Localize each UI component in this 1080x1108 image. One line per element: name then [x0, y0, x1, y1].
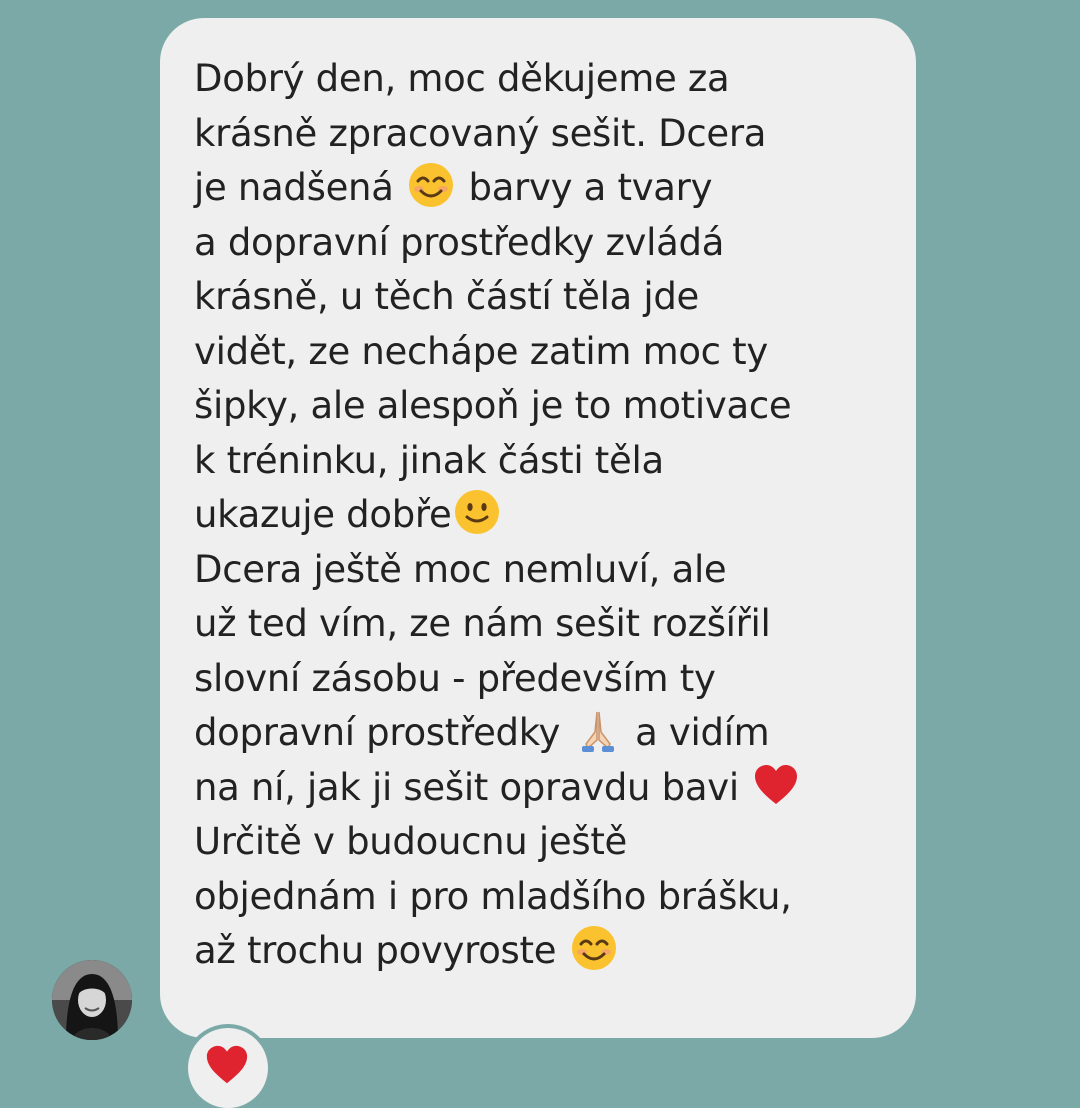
- message-line: šipky, ale alespoň je to motivace: [194, 384, 792, 427]
- message-line: Dcera ještě moc nemluví, ale: [194, 547, 727, 591]
- smiling-face-icon: [407, 161, 455, 209]
- message-line: krásně zpracovaný sešit. Dcera: [194, 111, 767, 155]
- message-line: krásně, u těch částí těla jde: [194, 275, 700, 318]
- message-line: na ní, jak ji sešit opravdu bavi: [194, 761, 894, 816]
- message-line: slovní zásobu - především ty: [194, 656, 716, 700]
- folded-hands-icon: [574, 706, 622, 754]
- line-text: je nadšená: [194, 166, 394, 209]
- message-line: Určitě v budoucnu ještě: [194, 820, 627, 863]
- red-heart-icon: [206, 1045, 248, 1084]
- message-text: Dobrý den, moc děkujeme za krásně zpraco…: [194, 52, 894, 979]
- line-text: barvy a tvary: [468, 166, 713, 209]
- message-line: vidět, ze nechápe zatim moc ty: [194, 329, 768, 373]
- message-line: Dobrý den, moc děkujeme za: [194, 57, 730, 100]
- line-text: ukazuje dobře: [194, 493, 452, 536]
- message-line: je nadšená barvy a tvary: [194, 161, 894, 216]
- message-line: objednám i pro mladšího brášku,: [194, 874, 792, 918]
- red-heart-icon: [752, 761, 800, 809]
- message-line: k tréninku, jinak části těla: [194, 438, 664, 482]
- slight-smile-icon: [453, 488, 501, 536]
- line-text: až trochu povyroste: [194, 929, 557, 972]
- line-text: dopravní prostředky: [194, 711, 561, 754]
- message-bubble[interactable]: Dobrý den, moc děkujeme za krásně zpraco…: [160, 18, 916, 1038]
- message-line: dopravní prostředky a vidím: [194, 706, 894, 761]
- message-line: až trochu povyroste: [194, 924, 894, 979]
- line-text: na ní, jak ji sešit opravdu bavi: [194, 765, 739, 809]
- message-line: a dopravní prostředky zvládá: [194, 220, 725, 264]
- smiling-face-icon: [570, 924, 618, 972]
- sender-avatar[interactable]: [52, 960, 132, 1040]
- message-line: už ted vím, ze nám sešit rozšířil: [194, 602, 771, 645]
- user-avatar-icon: [52, 960, 132, 1040]
- message-line: ukazuje dobře: [194, 488, 894, 543]
- reaction-badge[interactable]: [188, 1028, 268, 1108]
- line-text: a vidím: [635, 711, 770, 754]
